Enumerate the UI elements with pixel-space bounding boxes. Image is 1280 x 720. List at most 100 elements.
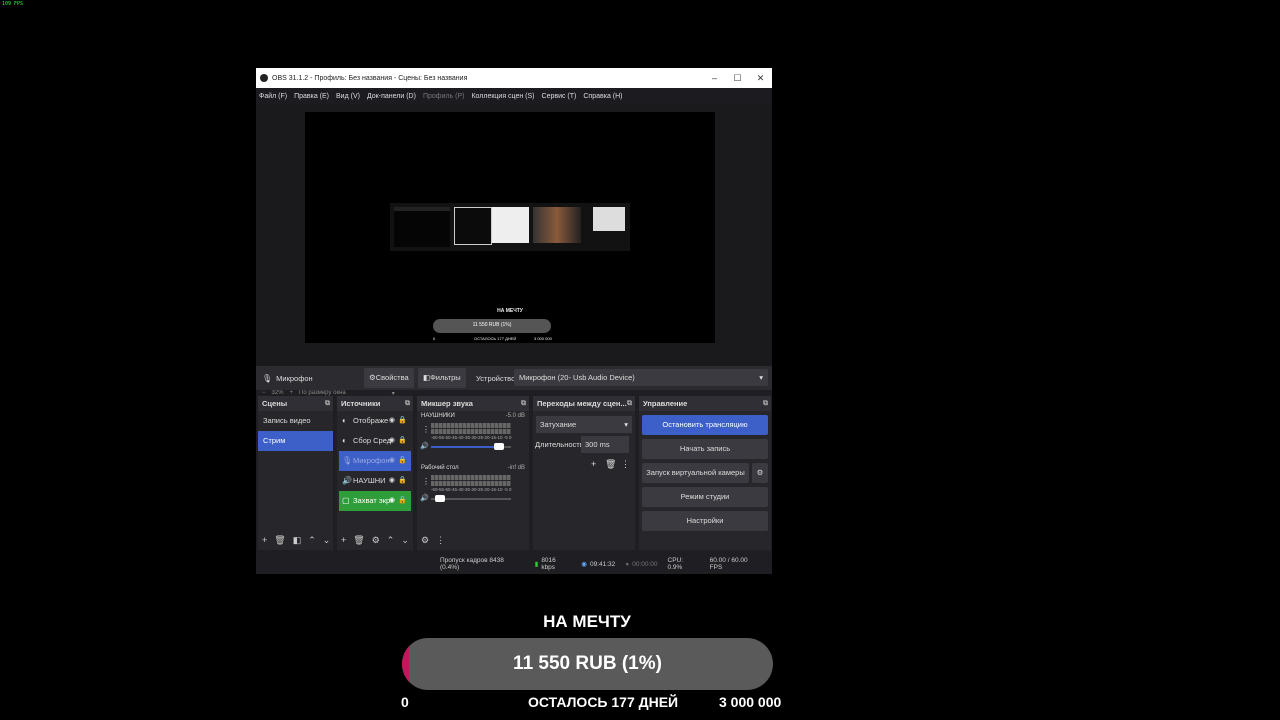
sources-title: Источники <box>341 399 381 408</box>
title-bar: OBS 31.1.2 - Профиль: Без названия - Сце… <box>256 68 772 88</box>
studio-mode-button[interactable]: Режим студии <box>642 487 768 507</box>
filters-label: Фильтры <box>430 373 461 382</box>
duration-input[interactable]: 300 ms <box>581 436 629 453</box>
source-item[interactable]: 🔊 НАУШНИ ◉ 🔒 <box>339 471 411 491</box>
eye-hidden-icon[interactable]: ◉ <box>389 451 395 471</box>
record-time: 00:00:00 <box>632 560 658 568</box>
menu-scene-collection[interactable]: Коллекция сцен (S) <box>471 93 534 100</box>
menu-view[interactable]: Вид (V) <box>336 93 360 100</box>
menu-profile[interactable]: Профиль (P) <box>423 93 465 100</box>
mini-goal-target: 3 000 000 <box>534 336 552 341</box>
properties-label: Свойства <box>375 373 409 382</box>
arrow-down-icon[interactable]: ⌄ <box>401 535 409 546</box>
minimize-button[interactable]: – <box>703 68 726 88</box>
lock-icon[interactable]: 🔒 <box>398 431 407 451</box>
source-item-selected[interactable]: 🎙 Микрофон ◉ 🔒 <box>339 451 411 471</box>
settings-button[interactable]: Настройки <box>642 511 768 531</box>
fader-knob[interactable] <box>435 495 445 502</box>
gear-icon[interactable]: ⚙ <box>752 463 768 483</box>
eye-icon[interactable]: ◉ <box>389 491 395 511</box>
volume-fader[interactable] <box>431 443 511 450</box>
add-icon[interactable]: + <box>262 535 267 545</box>
speaker-icon: 🔊 <box>342 476 352 485</box>
dock-undock-icon[interactable]: ⧉ <box>405 396 410 411</box>
more-icon[interactable]: ⋮ <box>422 477 430 486</box>
virtual-camera-button[interactable]: Запуск виртуальной камеры <box>642 463 749 483</box>
virtual-camera-row: Запуск виртуальной камеры ⚙ <box>642 463 768 483</box>
goal-start-value: 0 <box>401 694 409 710</box>
scene-item[interactable]: Запись видео <box>258 411 333 431</box>
trash-icon[interactable]: 🗑 <box>605 459 616 470</box>
source-item[interactable]: ◐ Сбор Сред ◉ 🔒 <box>339 431 411 451</box>
preview-canvas[interactable]: НА МЕЧТУ 11 550 RUB (1%) 0 ОСТАЛОСЬ 177 … <box>305 112 715 343</box>
window-thumbnails <box>390 203 630 251</box>
speaker-muted-icon[interactable]: 🔊 <box>420 442 429 450</box>
stop-stream-button[interactable]: Остановить трансляцию <box>642 415 768 435</box>
properties-button[interactable]: ⚙Свойства <box>364 368 414 388</box>
meter-scale: -60-55-50-45-40-35-30-25-20-15-10 -5 0 <box>431 435 512 440</box>
microphone-icon: 🎙 <box>342 456 353 465</box>
mixer-channel: Рабочий стол -inf dB ⋮ -60-55-50-45-40-3… <box>417 463 529 515</box>
speaker-muted-icon[interactable]: 🔊 <box>420 494 429 502</box>
eye-icon[interactable]: ◉ <box>389 431 395 451</box>
controls-title: Управление <box>643 399 688 408</box>
status-bar: Пропуск кадров 8438 (0.4%) ▮ 8016 kbps ◉… <box>256 554 772 574</box>
dock-undock-icon[interactable]: ⧉ <box>763 396 768 411</box>
more-icon[interactable]: ⋮ <box>621 459 630 470</box>
goal-title: НА МЕЧТУ <box>543 612 631 631</box>
level-meter <box>431 429 511 434</box>
more-icon[interactable]: ⋮ <box>422 425 430 434</box>
menu-help[interactable]: Справка (H) <box>583 93 622 100</box>
mixer-header: Микшер звука ⧉ <box>417 396 529 411</box>
start-recording-button[interactable]: Начать запись <box>642 439 768 459</box>
close-button[interactable]: ✕ <box>749 68 772 88</box>
device-label: Устройство <box>476 373 516 383</box>
add-icon[interactable]: + <box>341 535 346 545</box>
mini-goal-start: 0 <box>433 336 436 341</box>
menu-docks[interactable]: Док-панели (D) <box>367 93 416 100</box>
fader-knob[interactable] <box>494 443 504 450</box>
transition-select[interactable]: Затухание ▾ <box>536 416 632 433</box>
obs-window: OBS 31.1.2 - Профиль: Без названия - Сце… <box>256 68 772 574</box>
dock-undock-icon[interactable]: ⧉ <box>325 396 330 411</box>
filter-icon[interactable]: ◧ <box>293 535 302 546</box>
lock-icon[interactable]: 🔒 <box>398 451 407 471</box>
device-select[interactable]: Микрофон (20- Usb Audio Device) ▾ <box>514 369 768 386</box>
cpu-usage: CPU: 0.9% <box>667 557 684 571</box>
menu-file[interactable]: Файл (F) <box>259 93 287 100</box>
arrow-down-icon[interactable]: ⌄ <box>323 535 331 546</box>
mixer-settings-icon[interactable]: ⚙ <box>421 535 429 546</box>
lock-icon[interactable]: 🔒 <box>398 411 407 431</box>
transition-toolbar: + 🗑 ⋮ <box>533 457 635 477</box>
add-icon[interactable]: + <box>591 459 596 469</box>
scenes-dock: Сцены ⧉ Запись видео Стрим + 🗑 ◧ ⌃ ⌄ <box>258 396 333 550</box>
menu-tools[interactable]: Сервис (T) <box>542 93 577 100</box>
chevron-down-icon: ▾ <box>624 420 628 429</box>
dock-undock-icon[interactable]: ⧉ <box>521 396 526 411</box>
arrow-up-icon[interactable]: ⌃ <box>308 535 316 546</box>
lock-icon[interactable]: 🔒 <box>398 471 407 491</box>
eye-icon[interactable]: ◉ <box>389 471 395 491</box>
channel-db: -inf dB <box>507 465 525 471</box>
eye-icon[interactable]: ◉ <box>389 411 395 431</box>
volume-fader[interactable] <box>431 495 511 502</box>
active-source-name: Микрофон <box>276 373 313 383</box>
gear-icon[interactable]: ⚙ <box>372 535 380 546</box>
trash-icon[interactable]: 🗑 <box>353 535 364 546</box>
arrow-up-icon[interactable]: ⌃ <box>387 535 395 546</box>
lock-icon[interactable]: 🔒 <box>398 491 407 511</box>
goal-amount: 11 550 RUB (1%) <box>513 653 662 674</box>
thumbnail <box>394 207 450 247</box>
trash-icon[interactable]: 🗑 <box>274 535 285 546</box>
duration-row: Длительность 300 ms <box>533 433 635 457</box>
filters-button[interactable]: ◧Фильтры <box>418 368 466 388</box>
maximize-button[interactable]: ☐ <box>726 68 749 88</box>
menu-edit[interactable]: Правка (E) <box>294 93 329 100</box>
source-item[interactable]: ◐ Отображе ◉ 🔒 <box>339 411 411 431</box>
scene-item-selected[interactable]: Стрим <box>258 431 333 451</box>
dock-undock-icon[interactable]: ⧉ <box>627 396 632 411</box>
more-icon[interactable]: ⋮ <box>436 535 445 546</box>
sources-header: Источники ⧉ <box>337 396 413 411</box>
thumbnail <box>593 207 625 231</box>
source-item[interactable]: ▢ Захват экр ◉ 🔒 <box>339 491 411 511</box>
